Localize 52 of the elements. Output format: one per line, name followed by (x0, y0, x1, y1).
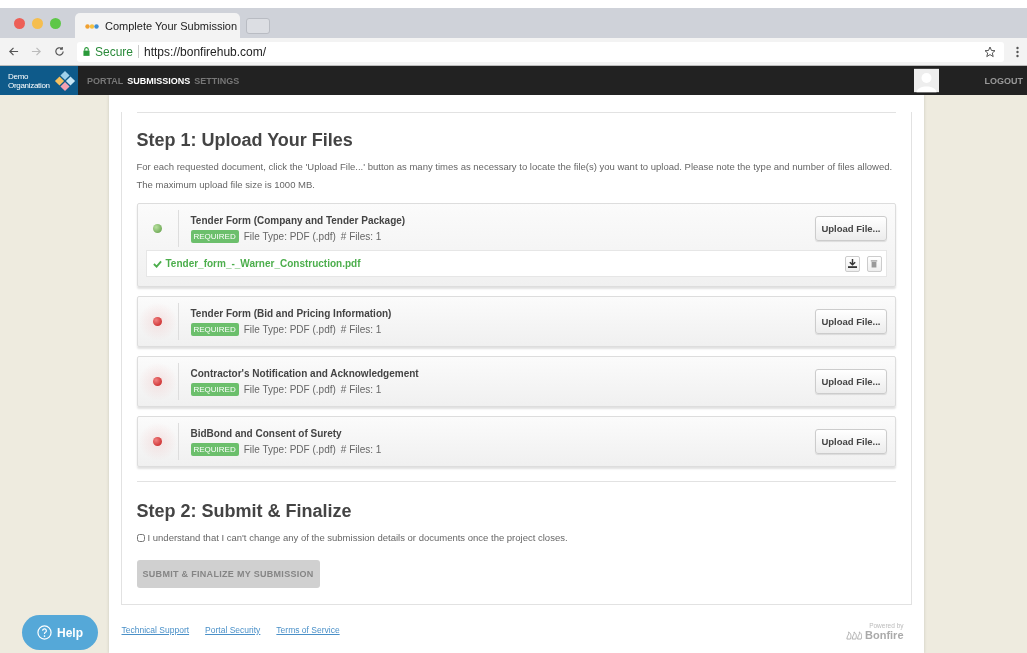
document-title: Tender Form (Company and Tender Package) (190, 214, 407, 226)
checkmark-icon (152, 259, 162, 268)
file-type-text: File Type: PDF (.pdf) (243, 383, 336, 395)
url-text: https://bonfirehub.com/ (144, 44, 268, 59)
logo-icon (54, 69, 76, 92)
nav-tab[interactable]: SETTINGS (194, 75, 240, 86)
help-icon (37, 625, 52, 640)
file-count-text: # Files: 1 (340, 323, 382, 335)
file-count-text: # Files: 1 (340, 443, 382, 455)
organization-logo[interactable]: Demo Organization (0, 66, 78, 95)
footer-link[interactable]: Technical Support (121, 625, 190, 635)
file-type-text: File Type: PDF (.pdf) (243, 443, 336, 455)
menu-icon[interactable] (1016, 45, 1019, 58)
download-icon (847, 259, 857, 268)
download-button[interactable] (844, 255, 860, 272)
required-badge: REQUIRED (190, 442, 239, 456)
upload-file-button[interactable]: Upload File... (815, 429, 887, 454)
upload-file-button[interactable]: Upload File... (815, 309, 887, 334)
address-field[interactable]: Secure https://bonfirehub.com/ (77, 41, 1004, 62)
file-count-text: # Files: 1 (340, 383, 382, 395)
required-badge: REQUIRED (190, 229, 239, 243)
tab-title: Complete Your Submission (105, 19, 238, 32)
back-arrow-icon[interactable] (8, 46, 19, 57)
delete-button[interactable] (866, 255, 882, 272)
footer-link[interactable]: Portal Security (205, 625, 261, 635)
document-title: Tender Form (Bid and Pricing Information) (190, 307, 393, 319)
required-badge: REQUIRED (190, 322, 239, 336)
section-heading: Step 2: Submit & Finalize (136, 501, 353, 522)
footer-link[interactable]: Terms of Service (276, 625, 340, 635)
reload-icon[interactable] (54, 46, 65, 57)
section-heading: Step 1: Upload Your Files (136, 130, 354, 151)
nav-tab[interactable]: SUBMISSIONS (127, 75, 191, 86)
secure-label: Secure (95, 44, 134, 59)
required-badge: REQUIRED (190, 382, 239, 396)
upload-file-button[interactable]: Upload File... (815, 216, 887, 241)
file-type-text: File Type: PDF (.pdf) (243, 323, 336, 335)
file-type-text: File Type: PDF (.pdf) (243, 230, 336, 242)
document-title: BidBond and Consent of Surety (190, 427, 343, 439)
nav-tab[interactable]: PORTAL (87, 75, 124, 86)
star-icon[interactable] (984, 45, 996, 58)
trash-icon (870, 259, 878, 268)
lock-icon (83, 47, 90, 56)
agree-checkbox[interactable] (136, 533, 145, 542)
file-count-text: # Files: 1 (340, 230, 382, 242)
brand-name: Bonfire (865, 629, 904, 641)
logout-link[interactable]: LOGOUT (984, 75, 1023, 86)
checkbox-label: I understand that I can't change any of the submission details or documents once the project closes. (147, 532, 568, 543)
avatar-icon[interactable] (913, 66, 939, 95)
document-title: Contractor's Notification and Acknowledgement (190, 367, 420, 379)
browser-tab[interactable]: Complete Your Submission (75, 13, 240, 38)
upload-file-button[interactable]: Upload File... (815, 369, 887, 394)
instructions-text: For each requested document, click the 'Upload File...' button as many times as necessary to locate the file(s) you want to upload. Please note the type and number of files allowed. The maximum upload file size is 1000 MB. (136, 160, 894, 192)
